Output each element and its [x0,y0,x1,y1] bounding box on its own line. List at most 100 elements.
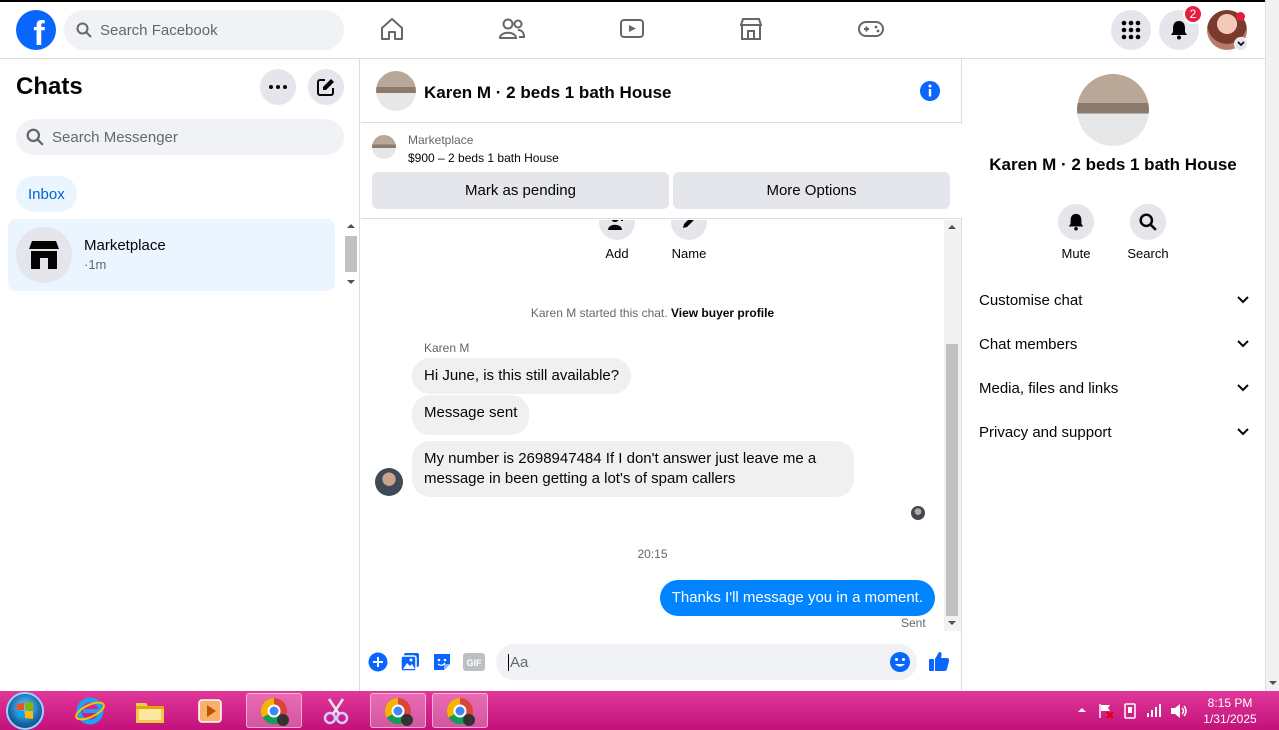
message-thread: Add Name Karen M started this chat. View… [361,220,944,631]
video-icon[interactable] [617,14,647,44]
more-options-button[interactable]: More Options [673,172,950,209]
details-listing-avatar[interactable] [1077,74,1149,146]
clock-time: 8:15 PM [1207,696,1253,710]
mute-label: Mute [1061,246,1091,261]
mute-button[interactable]: Mute [1046,204,1106,261]
section-label: Privacy and support [979,423,1112,441]
conversation-details-panel: Karen M · 2 beds 1 bath House Mute Searc… [963,59,1265,691]
seen-by-avatar [911,506,925,520]
search-icon [76,22,92,38]
view-buyer-profile-link[interactable]: View buyer profile [671,306,774,320]
search-icon [26,128,44,146]
chat-item-time: ·1m [84,257,107,272]
taskbar-clock[interactable]: 8:15 PM 1/31/2025 [1190,695,1270,727]
photo-icon[interactable] [400,652,420,672]
plus-icon[interactable] [368,652,388,672]
chat-list-item-marketplace[interactable]: Marketplace ·1m [8,219,335,291]
compose-icon [317,79,334,96]
account-chevron-down-icon[interactable] [1234,37,1248,51]
clock-date: 1/31/2025 [1203,712,1257,726]
home-icon[interactable] [377,14,407,44]
listing-price-title[interactable]: $900 – 2 beds 1 bath House [408,151,559,165]
sender-name: Karen M [424,341,470,355]
thumbs-up-icon[interactable] [928,650,950,672]
message-input[interactable]: Aa [496,644,917,680]
marketplace-icon[interactable] [736,14,766,44]
internet-explorer-icon[interactable] [62,693,118,728]
media-player-icon[interactable] [182,693,238,728]
marketplace-listing-banner: Marketplace $900 – 2 beds 1 bath House M… [361,124,962,219]
file-explorer-icon[interactable] [122,693,178,728]
message-timestamp: 20:15 [637,547,668,561]
chrome-window-1-icon[interactable] [246,693,302,728]
chevron-down-icon [1237,340,1249,348]
outgoing-message[interactable]: Thanks I'll message you in a moment. [659,580,935,616]
action-center-flag-icon[interactable] [1098,703,1114,719]
section-label: Media, files and links [979,379,1119,397]
network-signal-icon[interactable] [1146,703,1162,717]
media-files-links-row[interactable]: Media, files and links [979,366,1249,410]
started-text: Karen M started this chat. [530,306,668,320]
chrome-window-2-icon[interactable] [370,693,426,728]
chat-item-name: Marketplace [84,237,166,254]
add-person-button[interactable] [599,220,635,240]
emoji-icon[interactable] [889,651,911,673]
search-conversation-button[interactable]: Search [1118,204,1178,261]
profile-alert-dot [1236,12,1245,21]
gif-icon[interactable]: GIF [463,653,485,671]
messenger-search-input[interactable]: Search Messenger [16,119,344,155]
gaming-icon[interactable] [856,14,886,44]
customise-chat-row[interactable]: Customise chat [979,278,1249,322]
message-composer: GIF Aa [361,631,962,691]
facebook-logo-icon[interactable]: f [16,10,56,50]
windows-start-icon[interactable] [6,692,44,730]
search-placeholder: Search Facebook [100,21,218,39]
pencil-icon [683,220,694,228]
name-label: Name [671,246,707,261]
chat-members-row[interactable]: Chat members [979,322,1249,366]
grid-icon [1121,20,1141,40]
sticker-icon[interactable] [432,652,452,672]
mark-as-pending-button[interactable]: Mark as pending [372,172,669,209]
new-message-button[interactable] [308,69,344,105]
name-chat-button[interactable] [671,220,707,240]
chrome-window-3-icon[interactable] [432,693,488,728]
privacy-support-row[interactable]: Privacy and support [979,410,1249,454]
conversation-title[interactable]: Karen M · 2 beds 1 bath House [424,83,672,103]
snipping-tool-icon[interactable] [308,693,364,728]
page-scrollbar[interactable] [1265,0,1279,691]
notification-badge: 2 [1183,4,1203,24]
volume-icon[interactable] [1170,703,1188,719]
chevron-down-icon [1237,296,1249,304]
message-scrollbar-thumb[interactable] [946,344,958,616]
chat-options-button[interactable] [260,69,296,105]
chevron-down-icon [1237,428,1249,436]
incoming-message[interactable]: My number is 2698947484 If I don't answe… [412,441,854,497]
device-icon[interactable] [1123,703,1137,719]
friends-icon[interactable] [497,14,527,44]
chats-title: Chats [16,73,83,100]
chevron-down-icon [1237,384,1249,392]
details-title: Karen M · 2 beds 1 bath House [989,155,1237,174]
mute-bell-icon [1058,204,1094,240]
chat-list-scrollbar[interactable] [343,220,359,290]
marketplace-avatar [16,227,72,283]
section-label: Customise chat [979,291,1083,309]
incoming-message[interactable]: Hi June, is this still available? [412,358,632,394]
inbox-tab[interactable]: Inbox [16,176,77,212]
message-scrollbar[interactable] [944,220,961,631]
messenger-search-placeholder: Search Messenger [52,128,178,146]
facebook-search-input[interactable]: Search Facebook [64,10,344,50]
menu-grid-button[interactable] [1111,10,1151,50]
listing-avatar[interactable] [376,71,416,111]
conversation-header: Karen M · 2 beds 1 bath House [361,59,962,123]
add-person-icon [608,220,623,230]
marketplace-store-icon [29,241,59,269]
sender-avatar[interactable] [375,468,403,496]
info-icon[interactable] [919,80,941,102]
bell-icon [1171,21,1187,40]
svg-text:GIF: GIF [467,658,483,668]
incoming-message[interactable]: Message sent [412,395,530,435]
listing-thumbnail[interactable] [372,135,396,159]
show-hidden-icons-icon[interactable] [1077,707,1087,713]
